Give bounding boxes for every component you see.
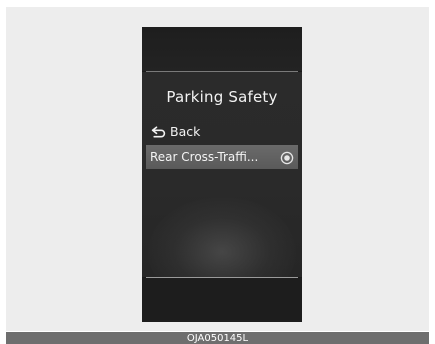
figure-caption: OJA050145L <box>6 332 429 344</box>
page-title: Parking Safety <box>166 88 278 106</box>
cluster-display: Parking Safety Back Rear Cross-Traffi... <box>142 27 302 322</box>
back-label: Back <box>170 124 201 139</box>
menu-item-rear-cross-traffic[interactable]: Rear Cross-Traffi... <box>146 145 298 169</box>
back-arrow-icon <box>151 126 170 138</box>
display-bottom-band <box>142 278 302 322</box>
radio-selected-icon[interactable] <box>280 150 294 165</box>
display-top-band <box>142 27 302 71</box>
back-button[interactable]: Back <box>151 123 200 141</box>
menu-item-label: Rear Cross-Traffi... <box>150 150 259 164</box>
